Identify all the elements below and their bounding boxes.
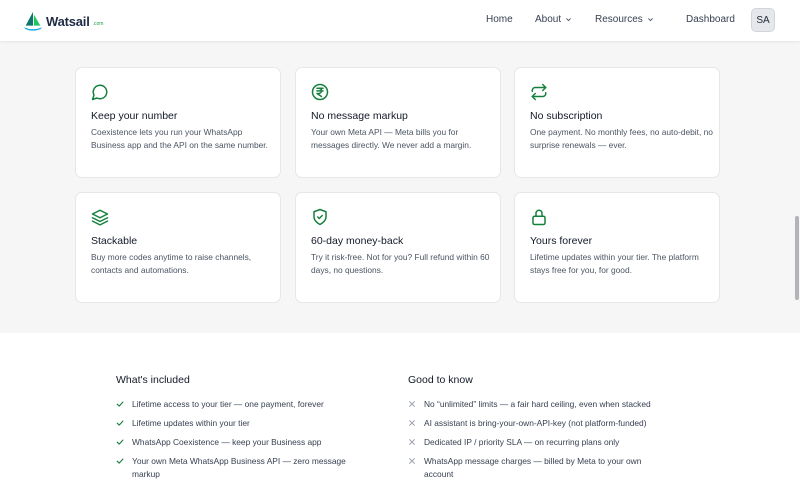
included-item-text: Lifetime access to your tier — one payme… <box>132 399 324 409</box>
check-icon <box>116 401 124 407</box>
x-icon <box>409 458 415 464</box>
top-navbar: Watsail .com Home About Resources Dashbo… <box>0 0 800 41</box>
logo-suffix: .com <box>92 21 104 27</box>
card-description: Coexistence lets you run your WhatsApp B… <box>91 127 268 150</box>
included-item-text: Lifetime updates within your tier <box>132 418 250 428</box>
chevron-down-icon <box>647 18 653 22</box>
nav-dashboard-link[interactable]: Dashboard <box>686 14 735 25</box>
card-description: Buy more codes anytime to raise channels… <box>91 252 252 275</box>
card-description: Try it risk-free. Not for you? Full refu… <box>311 252 490 275</box>
rupee-icon <box>311 83 329 101</box>
good-to-know-list-item: AI assistant is bring-your-own-API-key (… <box>408 417 659 430</box>
x-icon <box>409 401 415 407</box>
nav-dashboard-label: Dashboard <box>686 14 735 25</box>
included-item-text: Your own Meta WhatsApp Business API — ze… <box>132 456 346 479</box>
check-icon <box>116 439 124 445</box>
card-title: Keep your number <box>91 110 178 122</box>
repeat-icon <box>531 83 547 101</box>
nav-about-dropdown[interactable]: About <box>535 14 572 25</box>
feature-card-yours-forever: Yours forever Lifetime updates within yo… <box>514 192 720 303</box>
sailboat-logo-icon <box>23 11 43 31</box>
included-heading: What's included <box>116 374 190 386</box>
check-icon <box>116 420 124 426</box>
nav-about-label: About <box>535 14 562 25</box>
nav-home-label: Home <box>486 14 513 25</box>
feature-card-keep-number: Keep your number Coexistence lets you ru… <box>75 67 281 178</box>
chat-bubble-icon <box>91 84 108 101</box>
feature-card-money-back: 60-day money-back Try it risk-free. Not … <box>295 192 501 303</box>
x-icon <box>409 420 415 426</box>
good-to-know-item-text: Dedicated IP / priority SLA — on recurri… <box>424 437 620 447</box>
scrollbar-thumb[interactable] <box>795 216 799 300</box>
card-title: Stackable <box>91 235 138 247</box>
check-icon <box>116 458 124 464</box>
nav-resources-label: Resources <box>595 14 643 25</box>
included-list-item: WhatsApp Coexistence — keep your Busines… <box>116 436 367 449</box>
card-title: Yours forever <box>530 235 593 247</box>
included-list-item: Lifetime access to your tier — one payme… <box>116 398 367 411</box>
card-description: One payment. No monthly fees, no auto-de… <box>530 127 713 150</box>
nav-home-link[interactable]: Home <box>486 14 513 25</box>
good-to-know-item-text: No “unlimited” limits — a fair hard ceil… <box>424 399 651 409</box>
lock-icon <box>532 209 546 226</box>
card-title: No subscription <box>530 110 603 122</box>
card-description: Your own Meta API — Meta bills you for m… <box>311 127 472 150</box>
good-to-know-item-text: AI assistant is bring-your-own-API-key (… <box>424 418 647 428</box>
nav-resources-dropdown[interactable]: Resources <box>595 14 654 25</box>
good-to-know-list-item: Dedicated IP / priority SLA — on recurri… <box>408 436 659 449</box>
included-list-item: Your own Meta WhatsApp Business API — ze… <box>116 455 367 479</box>
feature-card-no-subscription: No subscription One payment. No monthly … <box>514 67 720 178</box>
card-title: No message markup <box>311 110 408 122</box>
included-item-text: WhatsApp Coexistence — keep your Busines… <box>132 437 322 447</box>
feature-card-no-markup: No message markup Your own Meta API — Me… <box>295 67 501 178</box>
chevron-down-icon <box>566 18 572 22</box>
shield-check-icon <box>313 208 327 226</box>
good-to-know-list-item: No “unlimited” limits — a fair hard ceil… <box>408 398 659 411</box>
good-to-know-item-text: WhatsApp message charges — billed by Met… <box>424 456 642 479</box>
card-description: Lifetime updates within your tier. The p… <box>530 252 699 275</box>
included-list-item: Lifetime updates within your tier <box>116 417 367 430</box>
logo-text: Watsail <box>46 13 90 29</box>
x-icon <box>409 439 415 445</box>
user-avatar[interactable]: SA <box>751 8 775 32</box>
good-to-know-list-item: WhatsApp message charges — billed by Met… <box>408 455 659 479</box>
layers-icon <box>91 209 109 226</box>
site-logo[interactable]: Watsail .com <box>22 10 103 32</box>
feature-card-stackable: Stackable Buy more codes anytime to rais… <box>75 192 281 303</box>
good-to-know-heading: Good to know <box>408 374 473 386</box>
card-title: 60-day money-back <box>311 235 404 247</box>
